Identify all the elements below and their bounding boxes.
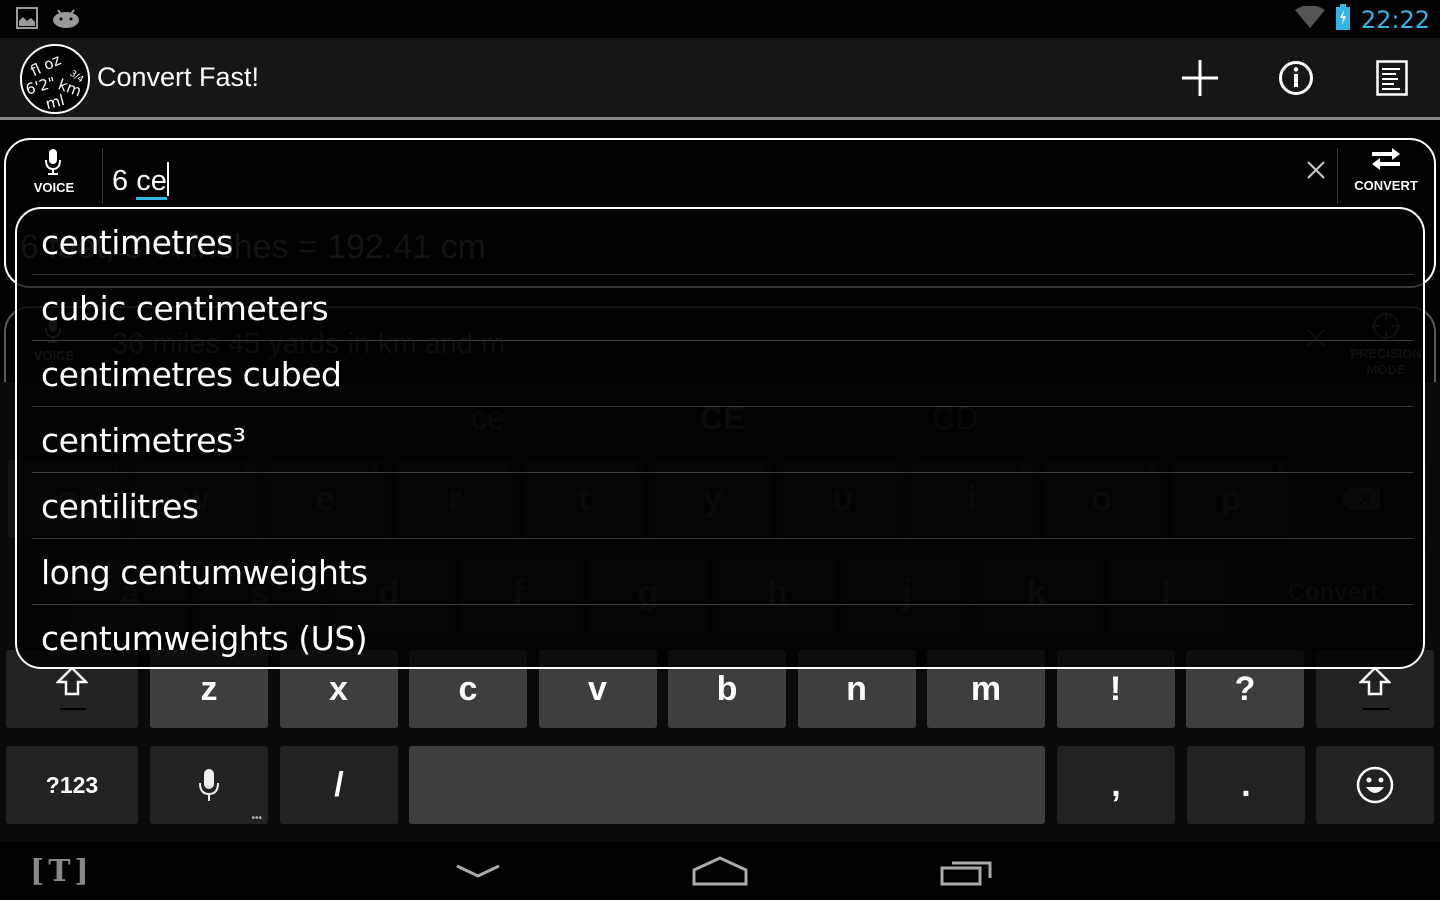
app-logo-icon: fl oz 3/4 6'2" km ml bbox=[20, 44, 90, 114]
shift-icon bbox=[1359, 666, 1391, 710]
microphone-icon bbox=[199, 769, 219, 801]
recents-icon bbox=[940, 861, 992, 886]
list-document-icon bbox=[1376, 60, 1408, 96]
navigation-bar: [T] bbox=[0, 842, 1440, 900]
text-caret bbox=[166, 162, 169, 196]
status-bar: 22:22 bbox=[0, 0, 1440, 38]
clear-input-icon[interactable] bbox=[1296, 150, 1336, 190]
wifi-icon bbox=[1294, 5, 1325, 33]
autocomplete-item-label: centumweights (US) bbox=[41, 619, 368, 658]
swap-arrows-icon bbox=[1372, 148, 1400, 170]
autocomplete-item[interactable]: centilitres bbox=[17, 473, 1423, 539]
autocomplete-item[interactable]: centimetres³ bbox=[17, 407, 1423, 473]
gallery-notification-icon bbox=[16, 7, 38, 34]
period-key[interactable]: . bbox=[1187, 746, 1305, 824]
comma-key[interactable]: , bbox=[1057, 746, 1175, 824]
autocomplete-item-label: centimetres³ bbox=[41, 421, 246, 460]
autocomplete-item[interactable]: centimetres bbox=[17, 209, 1423, 275]
plus-icon bbox=[1182, 60, 1218, 96]
input-prefix: 6 bbox=[112, 165, 137, 197]
recents-button[interactable] bbox=[938, 846, 994, 896]
smiley-icon bbox=[1356, 766, 1394, 804]
app-title: Convert Fast! bbox=[97, 62, 260, 92]
voice-label: VOICE bbox=[33, 180, 75, 195]
autocomplete-item-label: long centumweights bbox=[41, 553, 368, 592]
home-icon bbox=[692, 856, 748, 886]
battery-charging-icon bbox=[1335, 4, 1351, 35]
android-notification-icon bbox=[52, 8, 80, 33]
clock: 22:22 bbox=[1360, 5, 1430, 34]
autocomplete-item[interactable]: long centumweights bbox=[17, 539, 1423, 605]
history-button[interactable] bbox=[1370, 56, 1414, 100]
autocomplete-item-label: centilitres bbox=[41, 487, 199, 526]
slash-key[interactable]: / bbox=[280, 746, 398, 824]
symbols-key[interactable]: ?123 bbox=[6, 746, 138, 824]
more-options-dots: ••• bbox=[251, 813, 262, 824]
input-composing-text: ce bbox=[136, 165, 167, 200]
convert-button[interactable]: CONVERT bbox=[1338, 140, 1434, 208]
voice-button[interactable]: VOICE bbox=[6, 140, 102, 208]
action-bar: fl oz 3/4 6'2" km ml Convert Fast! bbox=[0, 38, 1440, 120]
add-button[interactable] bbox=[1178, 56, 1222, 100]
autocomplete-item[interactable]: centumweights (US) bbox=[17, 605, 1423, 667]
back-button[interactable] bbox=[450, 846, 506, 896]
info-button[interactable] bbox=[1274, 56, 1318, 100]
shift-icon bbox=[56, 666, 88, 710]
autocomplete-dropdown: centimetres cubic centimeters centimetres … bbox=[15, 207, 1425, 669]
autocomplete-item-label: centimetres cubed bbox=[41, 355, 342, 394]
microphone-icon bbox=[45, 149, 61, 175]
autocomplete-item-label: cubic centimeters bbox=[41, 289, 329, 328]
home-button[interactable] bbox=[690, 846, 750, 896]
conversion-input[interactable]: 6 ce bbox=[112, 162, 169, 200]
autocomplete-item[interactable]: centimetres cubed bbox=[17, 341, 1423, 407]
space-key[interactable] bbox=[409, 746, 1045, 824]
back-down-icon bbox=[456, 864, 500, 878]
voice-input-key[interactable]: ••• bbox=[150, 746, 268, 824]
convert-label: CONVERT bbox=[1354, 178, 1418, 193]
autocomplete-item[interactable]: cubic centimeters bbox=[17, 275, 1423, 341]
ime-indicator: [T] bbox=[30, 853, 93, 889]
info-icon bbox=[1279, 61, 1313, 95]
emoji-key[interactable] bbox=[1316, 746, 1434, 824]
autocomplete-item-label: centimetres bbox=[41, 223, 233, 262]
